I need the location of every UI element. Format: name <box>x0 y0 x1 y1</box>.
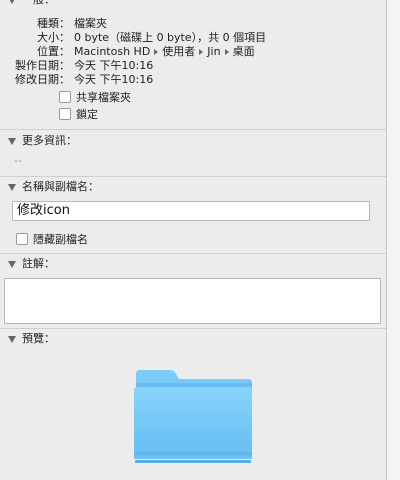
locked-label: 鎖定 <box>76 108 98 121</box>
path-users[interactable]: 使用者 <box>162 45 195 58</box>
general-section-header[interactable]: 一般： <box>8 0 55 8</box>
hide-extension-checkbox[interactable]: 隱藏副檔名 <box>16 231 88 247</box>
hide-extension-label: 隱藏副檔名 <box>33 233 88 246</box>
path-separator-icon <box>224 48 229 55</box>
disclosure-triangle-icon <box>8 260 16 268</box>
shared-folder-checkbox[interactable]: 共享檔案夾 <box>59 89 131 105</box>
modified-value: 今天 下午10:16 <box>74 73 154 86</box>
locked-checkbox[interactable]: 鎖定 <box>59 106 98 122</box>
shared-folder-label: 共享檔案夾 <box>76 91 131 104</box>
path-separator-icon <box>199 48 204 55</box>
divider <box>0 253 386 254</box>
disclosure-triangle-icon <box>8 137 16 145</box>
comments-textarea[interactable] <box>4 278 381 324</box>
disclosure-triangle-icon <box>8 183 16 191</box>
comments-header-label: 註解： <box>22 257 55 270</box>
path-desktop[interactable]: 桌面 <box>233 45 255 58</box>
modified-label: 修改日期： <box>15 73 70 86</box>
scrollbar-track[interactable] <box>386 0 400 480</box>
divider <box>0 176 386 177</box>
info-panel: 一般： 種類： 檔案夾 大小： 0 byte（磁碟上 0 byte），共 0 個… <box>0 0 386 480</box>
more-info-placeholder: -- <box>14 154 22 167</box>
general-header-label: 一般： <box>22 0 55 8</box>
modified-row: 修改日期： 今天 下午10:16 <box>0 72 380 88</box>
path-separator-icon <box>154 48 159 55</box>
locked-checkbox-box[interactable] <box>59 108 71 120</box>
name-field[interactable]: 修改icon <box>12 201 370 221</box>
path-macintosh-hd[interactable]: Macintosh HD <box>74 45 150 58</box>
path-jin[interactable]: Jin <box>207 45 220 58</box>
name-extension-header-label: 名稱與副檔名： <box>22 180 99 193</box>
more-info-section-header[interactable]: 更多資訊： <box>8 133 77 149</box>
name-extension-section-header[interactable]: 名稱與副檔名： <box>8 179 99 195</box>
divider <box>0 129 386 130</box>
comments-section-header[interactable]: 註解： <box>8 256 55 272</box>
preview-section-header[interactable]: 預覽： <box>8 331 55 347</box>
disclosure-triangle-icon <box>8 335 16 343</box>
hide-extension-checkbox-box[interactable] <box>16 233 28 245</box>
preview-header-label: 預覽： <box>22 332 55 345</box>
folder-icon <box>134 370 252 463</box>
divider <box>0 328 386 329</box>
more-info-header-label: 更多資訊： <box>22 134 77 147</box>
disclosure-triangle-icon <box>8 0 16 4</box>
shared-folder-checkbox-box[interactable] <box>59 91 71 103</box>
